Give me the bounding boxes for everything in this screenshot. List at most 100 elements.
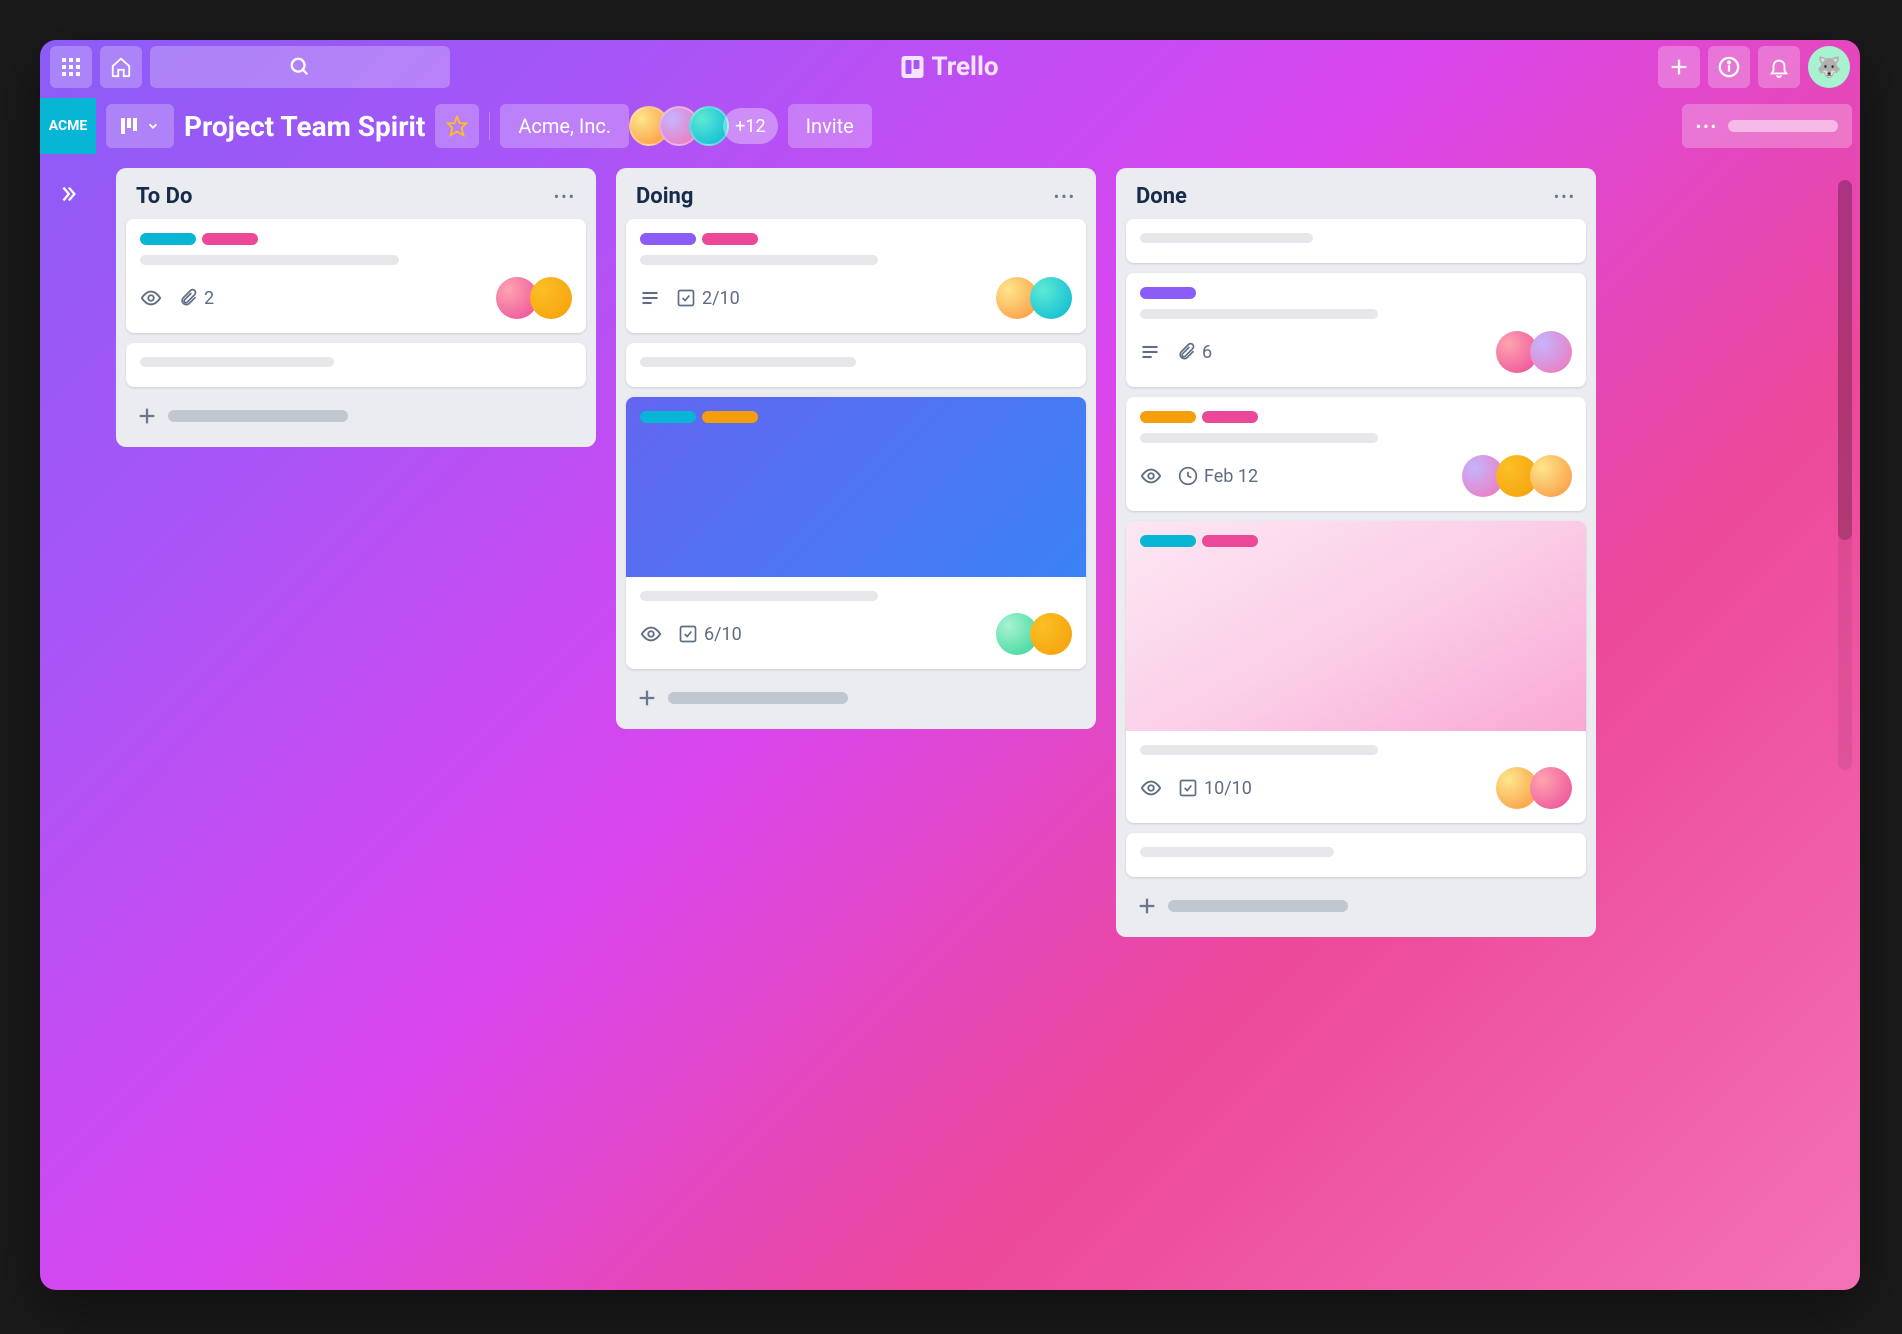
dots-icon: ••• <box>1696 117 1718 136</box>
eye-icon <box>1140 465 1162 487</box>
label-pink[interactable] <box>702 233 758 245</box>
clock-icon <box>1178 466 1198 486</box>
plus-icon <box>636 687 658 709</box>
checklist-count: 10/10 <box>1204 778 1252 799</box>
attachments-count: 2 <box>204 288 214 309</box>
label-pink[interactable] <box>1202 411 1258 423</box>
app-brand: Trello <box>901 52 998 82</box>
card-title-placeholder <box>640 357 856 367</box>
menu-label-placeholder <box>1728 120 1838 132</box>
card-title-placeholder <box>1140 309 1378 319</box>
board-menu-button[interactable]: ••• <box>1682 104 1852 148</box>
bell-icon <box>1768 56 1790 78</box>
card-member-avatar[interactable] <box>1530 331 1572 373</box>
card[interactable]: Feb 12 <box>1126 397 1586 511</box>
info-icon <box>1718 56 1740 78</box>
card-member-avatar[interactable] <box>1030 613 1072 655</box>
card[interactable] <box>126 343 586 387</box>
chevron-double-right-icon <box>57 183 79 205</box>
list-menu-button[interactable]: ••• <box>1054 187 1076 206</box>
description-icon <box>640 288 660 308</box>
add-card-label-placeholder <box>668 692 848 704</box>
card-title-placeholder <box>1140 847 1334 857</box>
label-purple[interactable] <box>640 233 696 245</box>
checklist-count: 6/10 <box>704 624 742 645</box>
paperclip-icon <box>1176 342 1196 362</box>
attachments-badge: 6 <box>1176 342 1212 363</box>
user-avatar[interactable]: 🐺 <box>1808 46 1850 88</box>
card[interactable]: 10/10 <box>1126 521 1586 823</box>
label-yellow[interactable] <box>702 411 758 423</box>
board-members[interactable]: +12 <box>639 106 777 146</box>
card[interactable] <box>626 343 1086 387</box>
board-title[interactable]: Project Team Spirit <box>184 110 425 143</box>
team-link[interactable]: Acme, Inc. <box>500 104 629 148</box>
add-card-label-placeholder <box>1168 900 1348 912</box>
checklist-count: 2/10 <box>702 288 740 309</box>
invite-label: Invite <box>806 114 854 138</box>
attachments-count: 6 <box>1202 342 1212 363</box>
add-card-button[interactable] <box>626 679 1086 717</box>
team-logo[interactable]: ACME <box>40 98 96 154</box>
watch-badge <box>1140 465 1162 487</box>
card-title-placeholder <box>640 255 878 265</box>
star-board-button[interactable] <box>435 104 479 148</box>
home-button[interactable] <box>100 46 142 88</box>
label-cyan[interactable] <box>1140 535 1196 547</box>
card[interactable] <box>1126 833 1586 877</box>
list-menu-button[interactable]: ••• <box>554 187 576 206</box>
board-canvas[interactable]: To Do ••• <box>96 158 1860 1290</box>
scrollbar-thumb[interactable] <box>1838 180 1852 540</box>
card[interactable]: 2 <box>126 219 586 333</box>
card-cover <box>626 397 1086 577</box>
list-done: Done ••• <box>1116 168 1596 937</box>
card[interactable] <box>1126 219 1586 263</box>
add-card-button[interactable] <box>126 397 586 435</box>
paperclip-icon <box>178 288 198 308</box>
trello-logo-icon <box>901 56 923 78</box>
label-cyan[interactable] <box>140 233 196 245</box>
star-icon <box>446 115 468 137</box>
invite-button[interactable]: Invite <box>788 104 872 148</box>
label-yellow[interactable] <box>1140 411 1196 423</box>
list-title[interactable]: To Do <box>136 184 192 209</box>
due-date: Feb 12 <box>1204 466 1258 487</box>
card[interactable]: 2/10 <box>626 219 1086 333</box>
label-pink[interactable] <box>202 233 258 245</box>
label-purple[interactable] <box>1140 287 1196 299</box>
create-button[interactable] <box>1658 46 1700 88</box>
description-badge <box>1140 342 1160 362</box>
label-cyan[interactable] <box>640 411 696 423</box>
label-pink[interactable] <box>1202 535 1258 547</box>
search-input[interactable] <box>150 46 450 88</box>
card-member-avatar[interactable] <box>1530 767 1572 809</box>
checklist-badge: 10/10 <box>1178 778 1252 799</box>
card[interactable]: 6 <box>1126 273 1586 387</box>
board-views-switcher[interactable] <box>106 104 174 148</box>
list-title[interactable]: Doing <box>636 184 693 209</box>
eye-icon <box>140 287 162 309</box>
due-date-badge: Feb 12 <box>1178 466 1258 487</box>
card-member-avatar[interactable] <box>1030 277 1072 319</box>
list-menu-button[interactable]: ••• <box>1554 187 1576 206</box>
info-button[interactable] <box>1708 46 1750 88</box>
plus-icon <box>1668 56 1690 78</box>
watch-badge <box>640 623 662 645</box>
card-member-avatar[interactable] <box>1530 455 1572 497</box>
member-overflow-count[interactable]: +12 <box>723 108 777 144</box>
notifications-button[interactable] <box>1758 46 1800 88</box>
apps-menu-button[interactable] <box>50 46 92 88</box>
card[interactable]: 6/10 <box>626 397 1086 669</box>
checklist-badge: 2/10 <box>676 288 740 309</box>
card-labels <box>140 233 572 245</box>
board-main: To Do ••• <box>40 158 1860 1290</box>
card-member-avatar[interactable] <box>530 277 572 319</box>
add-card-button[interactable] <box>1126 887 1586 925</box>
team-name: Acme, Inc. <box>518 114 611 138</box>
divider <box>489 112 490 140</box>
expand-sidebar-button[interactable] <box>52 178 84 210</box>
list-title[interactable]: Done <box>1136 184 1187 209</box>
global-header: Trello 🐺 <box>40 40 1860 94</box>
chevron-down-icon <box>146 119 160 133</box>
card-title-placeholder <box>140 255 399 265</box>
